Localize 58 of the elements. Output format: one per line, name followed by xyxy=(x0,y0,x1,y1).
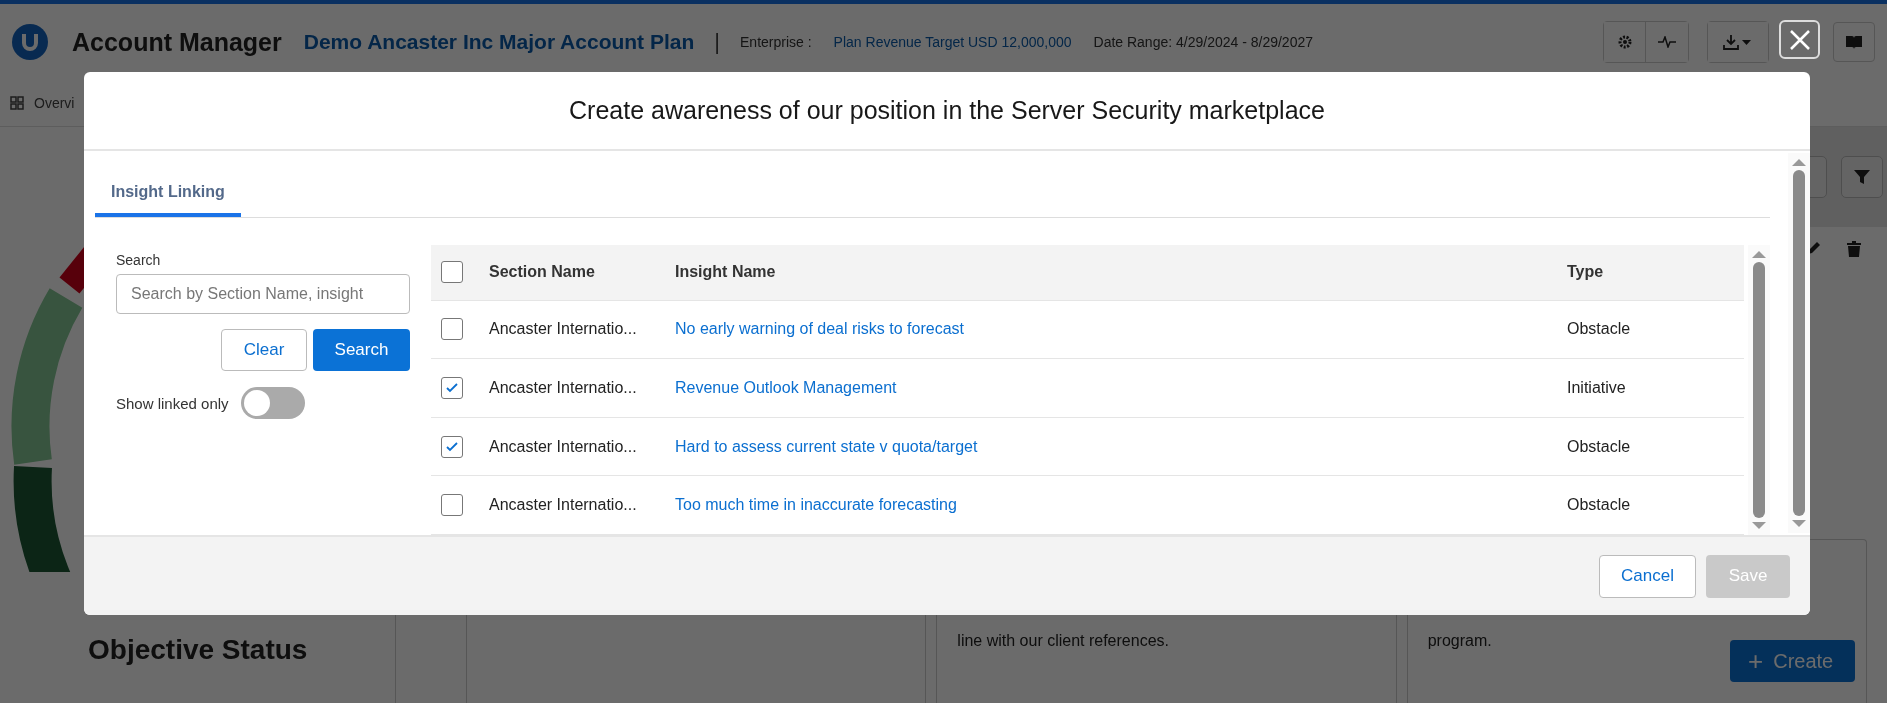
card-text: line with our client references. xyxy=(957,632,1170,650)
column-header: Section Name xyxy=(488,245,674,300)
row-checkbox[interactable] xyxy=(441,376,463,399)
select-all-checkbox[interactable] xyxy=(441,261,463,284)
toggle-switch[interactable] xyxy=(240,387,305,419)
insight-link[interactable]: Hard to assess current state v quota/target xyxy=(675,437,978,455)
table-cell: Ancaster Internatio... xyxy=(488,417,674,476)
table-cell: Initiative xyxy=(1566,358,1744,418)
enterprise-label: Enterprise : xyxy=(740,34,812,50)
check-icon xyxy=(445,439,459,454)
table-cell: Obstacle xyxy=(1566,475,1744,535)
row-checkbox[interactable] xyxy=(441,435,463,458)
filter-icon xyxy=(1854,169,1870,185)
insight-link[interactable]: No early warning of deal risks to forecast xyxy=(675,320,964,338)
download-icon xyxy=(1723,34,1753,50)
search-label: Search xyxy=(116,252,162,268)
check-icon xyxy=(445,380,459,395)
modal-title: Create awareness of our position in the Server Security marketplace xyxy=(569,96,1325,125)
row-checkbox[interactable] xyxy=(441,318,463,341)
book-icon xyxy=(1845,34,1863,50)
search-button[interactable]: Search xyxy=(313,329,410,371)
settings-button[interactable] xyxy=(1604,22,1646,62)
table-cell: Ancaster Internatio... xyxy=(488,300,674,359)
revenue-target-link[interactable]: Plan Revenue Target USD 12,000,000 xyxy=(833,34,1072,50)
filter-button[interactable] xyxy=(1841,156,1883,198)
row-checkbox[interactable] xyxy=(441,494,463,517)
table-scrollbar[interactable] xyxy=(1748,245,1770,535)
pulse-icon xyxy=(1658,36,1676,48)
date-range: Date Range: 4/29/2024 - 8/29/2027 xyxy=(1093,34,1314,50)
guide-button[interactable] xyxy=(1833,22,1875,62)
column-header: Type xyxy=(1566,245,1744,300)
column-header: Insight Name xyxy=(674,245,1566,300)
plan-name: Demo Ancaster Inc Major Account Plan xyxy=(303,30,695,54)
logo-icon xyxy=(12,24,48,60)
search-field[interactable]: Search by Section Name, insight xyxy=(116,274,410,314)
card-text: program. xyxy=(1427,632,1493,650)
overview-tab[interactable]: Overvi xyxy=(34,95,75,111)
table-cell: Obstacle xyxy=(1566,417,1744,476)
gear-icon xyxy=(1616,34,1633,50)
cancel-button[interactable]: Cancel xyxy=(1599,554,1696,598)
table-cell: Ancaster Internatio... xyxy=(488,358,674,418)
edit-icon[interactable] xyxy=(1807,241,1821,255)
delete-icon[interactable] xyxy=(1847,241,1861,257)
close-button[interactable] xyxy=(1779,20,1820,59)
tab[interactable]: Insight Linking xyxy=(95,171,241,217)
close-icon xyxy=(1788,28,1811,51)
download-button[interactable] xyxy=(1708,22,1768,62)
separator: | xyxy=(714,29,720,55)
grid-icon xyxy=(10,96,24,110)
toggle-label: Show linked only xyxy=(116,394,229,412)
table-cell: Obstacle xyxy=(1566,300,1744,359)
app-title: Account Manager xyxy=(72,27,282,57)
modal-scrollbar[interactable] xyxy=(1788,153,1810,533)
section-title: Objective Status xyxy=(87,634,309,666)
clear-button[interactable]: Clear xyxy=(221,329,307,371)
insight-link[interactable]: Revenue Outlook Management xyxy=(675,378,897,396)
table-cell: Ancaster Internatio... xyxy=(488,475,674,535)
insight-link[interactable]: Too much time in inaccurate forecasting xyxy=(675,496,957,514)
